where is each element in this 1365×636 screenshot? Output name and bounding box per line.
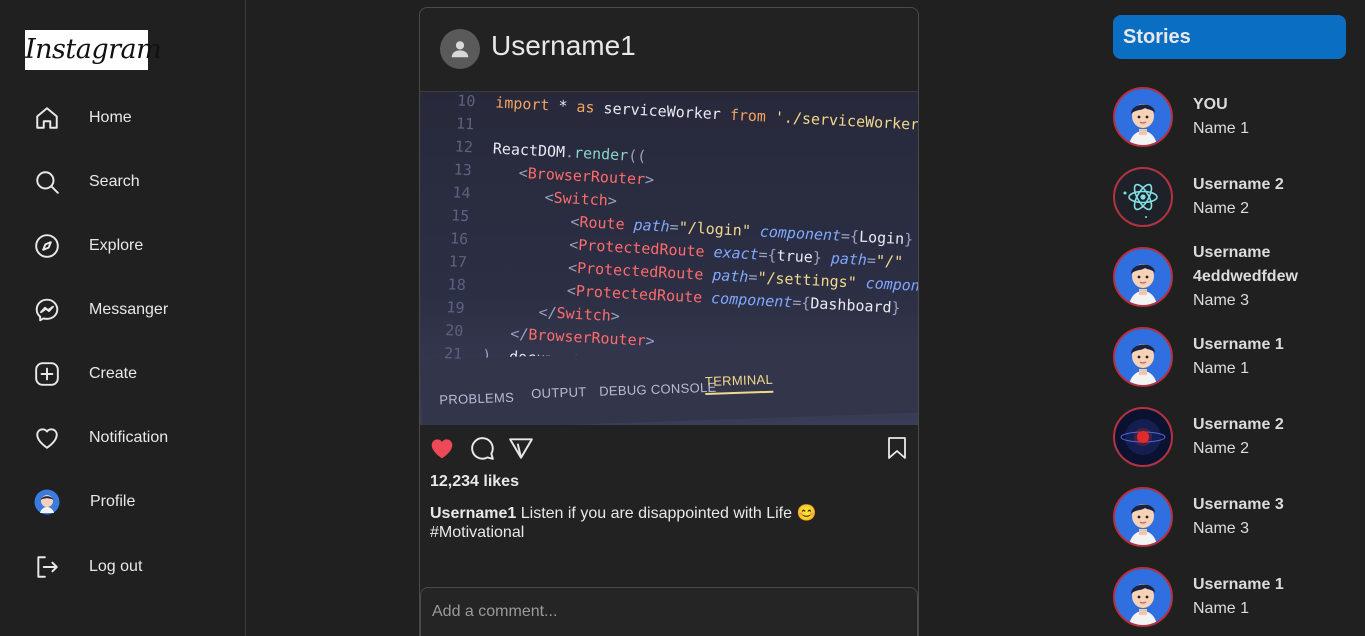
story-text: YOU Name 1	[1193, 93, 1343, 141]
story-text: Username 2 Name 2	[1193, 413, 1343, 461]
logout-icon	[33, 553, 61, 581]
sidebar-item-label: Create	[89, 365, 138, 382]
sidebar-item-messanger[interactable]: Messanger	[33, 295, 168, 325]
comment-box	[420, 587, 918, 636]
stories-header: Stories	[1113, 15, 1346, 59]
story-item[interactable]: Username 3 Name 3	[1113, 487, 1353, 547]
story-name: Name 2	[1193, 200, 1250, 217]
instagram-logo[interactable]: Instagram	[25, 30, 162, 70]
sidebar-item-label: Explore	[89, 237, 144, 254]
sidebar-item-label: Notification	[89, 429, 169, 446]
story-avatar-icon[interactable]	[1113, 487, 1173, 547]
story-item[interactable]: Username 2 Name 2	[1113, 167, 1353, 227]
avatar-icon	[33, 488, 61, 516]
story-text: Username 2 Name 2	[1193, 173, 1343, 221]
story-username: Username 1	[1193, 336, 1284, 353]
compass-icon	[33, 232, 61, 260]
story-text: Username 3 Name 3	[1193, 493, 1343, 541]
default-avatar-icon[interactable]	[440, 29, 480, 69]
story-text: Username 4eddwedfdew Name 3	[1193, 241, 1313, 313]
story-username: Username 1	[1193, 576, 1284, 593]
story-username: Username 2	[1193, 176, 1284, 193]
story-item[interactable]: Username 1 Name 1	[1113, 327, 1353, 387]
share-icon[interactable]	[507, 434, 535, 462]
story-name: Name 2	[1193, 440, 1250, 457]
sidebar-item-explore[interactable]: Explore	[33, 231, 143, 261]
story-avatar-icon[interactable]	[1113, 407, 1173, 467]
post-caption: Username1 Listen if you are disappointed…	[430, 504, 900, 542]
story-item[interactable]: Username 2 Name 2	[1113, 407, 1353, 467]
sidebar-item-home[interactable]: Home	[33, 103, 132, 133]
story-name: Name 3	[1193, 292, 1250, 309]
story-username: Username 2	[1193, 416, 1284, 433]
comment-icon[interactable]	[468, 434, 496, 462]
post-header: Username1	[420, 8, 918, 92]
plus-square-icon	[33, 360, 61, 388]
sidebar-item-label: Messanger	[89, 301, 169, 318]
sidebar-item-label: Profile	[90, 493, 136, 510]
story-username: Username 3	[1193, 496, 1284, 513]
output-tab: OUTPUT	[530, 384, 587, 402]
sidebar-item-search[interactable]: Search	[33, 167, 140, 197]
story-item[interactable]: Username 1 Name 1	[1113, 567, 1353, 627]
story-avatar-icon[interactable]	[1113, 567, 1173, 627]
story-name: Name 1	[1193, 360, 1250, 377]
problems-tab: PROBLEMS	[439, 389, 515, 408]
story-item[interactable]: Username 4eddwedfdew Name 3	[1113, 244, 1353, 309]
caption-username[interactable]: Username1	[430, 505, 516, 522]
story-name: Name 3	[1193, 520, 1250, 537]
post-actions	[420, 434, 918, 464]
sidebar: Instagram Home Search Explore Messanger …	[0, 0, 246, 636]
story-text: Username 1 Name 1	[1193, 333, 1343, 381]
home-icon	[33, 104, 61, 132]
post-card: Username1 10 import * as serviceWorker fr…	[419, 7, 919, 636]
story-avatar-icon[interactable]	[1113, 87, 1173, 147]
sidebar-item-notification[interactable]: Notification	[33, 423, 168, 453]
likes-count[interactable]: 12,234 likes	[430, 473, 519, 491]
sidebar-item-create[interactable]: Create	[33, 359, 137, 389]
sidebar-item-logout[interactable]: Log out	[33, 552, 142, 582]
heart-icon	[33, 424, 61, 452]
story-avatar-icon[interactable]	[1113, 247, 1173, 307]
sidebar-item-label: Search	[89, 173, 140, 190]
sidebar-item-label: Log out	[89, 558, 143, 575]
terminal-tab: TERMINAL	[704, 371, 774, 396]
search-icon	[33, 168, 61, 196]
story-name: Name 1	[1193, 600, 1250, 617]
sidebar-item-profile[interactable]: Profile	[33, 487, 135, 517]
story-avatar-icon[interactable]	[1113, 167, 1173, 227]
like-heart-icon[interactable]	[428, 434, 456, 462]
messenger-icon	[33, 296, 61, 324]
bookmark-icon[interactable]	[883, 434, 911, 462]
post-image[interactable]: 10 import * as serviceWorker from './serv…	[420, 92, 918, 425]
story-text: Username 1 Name 1	[1193, 573, 1343, 621]
stories-title: Stories	[1123, 26, 1191, 48]
sidebar-item-label: Home	[89, 109, 132, 126]
debug-console-tab: DEBUG CONSOLE	[598, 379, 717, 399]
story-name: Name 1	[1193, 120, 1250, 137]
story-item[interactable]: YOU Name 1	[1113, 87, 1353, 147]
post-username[interactable]: Username1	[491, 30, 636, 62]
story-username: Username 4eddwedfdew	[1193, 244, 1298, 285]
story-avatar-icon[interactable]	[1113, 327, 1173, 387]
story-username: YOU	[1193, 96, 1228, 113]
comment-input[interactable]	[421, 588, 917, 636]
